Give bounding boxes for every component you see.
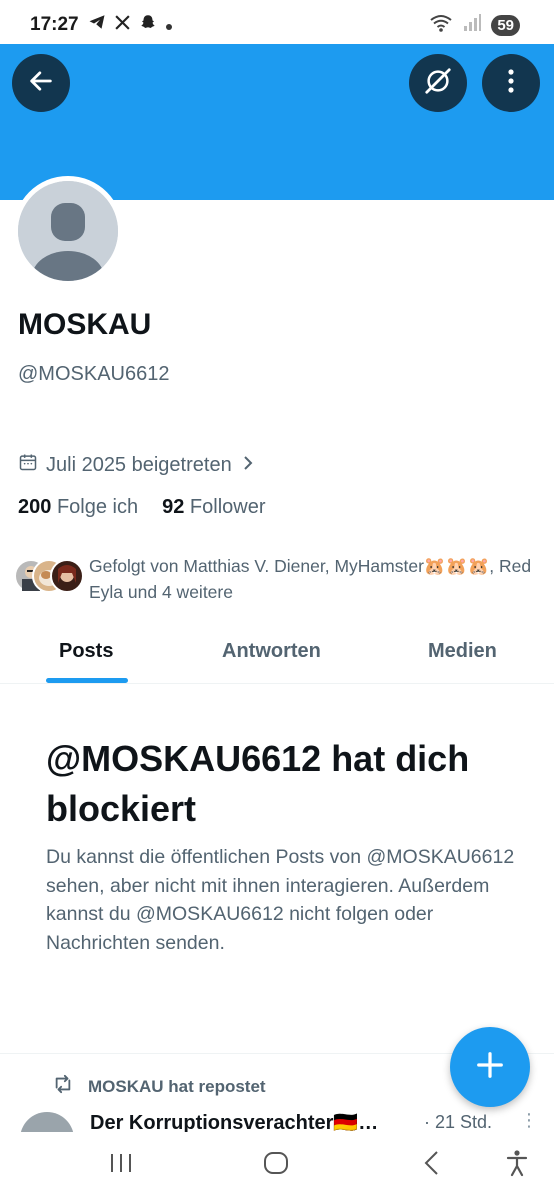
more-options-button[interactable] — [482, 54, 540, 112]
following-label: Folge ich — [56, 496, 139, 518]
display-name: MOSKAU — [18, 308, 152, 341]
grok-icon — [423, 66, 453, 101]
following-link[interactable]: 200 Folge ich — [18, 496, 138, 519]
dot-icon — [165, 14, 173, 36]
home-icon — [262, 1149, 290, 1182]
accessibility-button[interactable] — [502, 1149, 532, 1182]
tab-media[interactable]: Medien — [428, 640, 497, 663]
joined-label: Juli 2025 beigetreten — [46, 453, 232, 476]
chevron-right-icon — [240, 454, 256, 477]
system-navigation-bar — [0, 1132, 554, 1200]
active-tab-indicator — [46, 678, 128, 683]
tab-replies[interactable]: Antworten — [222, 640, 321, 663]
accessibility-icon — [505, 1149, 529, 1182]
calendar-icon — [18, 452, 38, 478]
follower-avatars — [14, 559, 86, 595]
tweet-more-icon[interactable]: ⋮ — [520, 1110, 538, 1131]
default-avatar-icon — [18, 181, 118, 281]
avatar — [50, 559, 84, 593]
tab-posts[interactable]: Posts — [59, 640, 113, 663]
blocked-description: Du kannst die öffentlichen Posts von @MO… — [46, 846, 515, 954]
avatar — [20, 1112, 74, 1132]
compose-button[interactable] — [450, 1027, 530, 1107]
profile-banner — [0, 44, 554, 200]
tweet-author: Der Korruptionsverachter🇩🇪… — [90, 1112, 379, 1132]
followers-count: 92 — [162, 496, 185, 518]
profile-tabs: Posts Antworten Medien — [0, 626, 554, 684]
following-count: 200 — [18, 496, 52, 518]
grok-button[interactable] — [409, 54, 467, 112]
snapchat-icon — [139, 13, 157, 36]
followers-link[interactable]: 92 Follower — [162, 496, 265, 519]
follow-stats: 200 Folge ich 92 Follower — [18, 496, 265, 519]
repost-icon — [52, 1074, 74, 1099]
followed-by[interactable]: Gefolgt von Matthias V. Diener, MyHamste… — [14, 551, 544, 607]
notification-icons — [88, 13, 173, 36]
joined-date[interactable]: Juli 2025 beigetreten — [18, 452, 256, 478]
arrow-left-icon — [27, 67, 55, 100]
blocked-title: @MOSKAU6612 hat dich blockiert — [46, 738, 470, 829]
recent-apps-icon — [108, 1151, 134, 1180]
home-button[interactable] — [261, 1150, 291, 1180]
tweet-time: · 21 Std. — [424, 1112, 493, 1132]
wifi-icon — [429, 13, 453, 38]
telegram-icon — [88, 13, 106, 36]
repost-label: MOSKAU hat repostet — [88, 1076, 266, 1096]
system-indicators: 59 — [429, 13, 520, 38]
back-button[interactable] — [12, 54, 70, 112]
followers-label: Follower — [189, 496, 266, 518]
followed-by-text: Gefolgt von Matthias V. Diener, MyHamste… — [89, 556, 532, 602]
back-nav-button[interactable] — [417, 1150, 447, 1180]
signal-icon — [463, 14, 482, 37]
tweet-preview[interactable]: Der Korruptionsverachter🇩🇪… · 21 Std. ⋮ — [20, 1110, 540, 1132]
battery-indicator: 59 — [491, 15, 520, 36]
x-icon — [114, 14, 131, 36]
recent-apps-button[interactable] — [106, 1150, 136, 1180]
more-vertical-icon — [499, 67, 523, 100]
status-bar: 17:27 59 — [0, 0, 554, 44]
chevron-left-icon — [421, 1150, 443, 1181]
repost-context: MOSKAU hat repostet — [52, 1074, 266, 1099]
profile-avatar[interactable] — [13, 176, 123, 286]
user-handle: @MOSKAU6612 — [18, 363, 170, 385]
plus-icon — [475, 1050, 505, 1085]
status-time: 17:27 — [30, 14, 79, 35]
